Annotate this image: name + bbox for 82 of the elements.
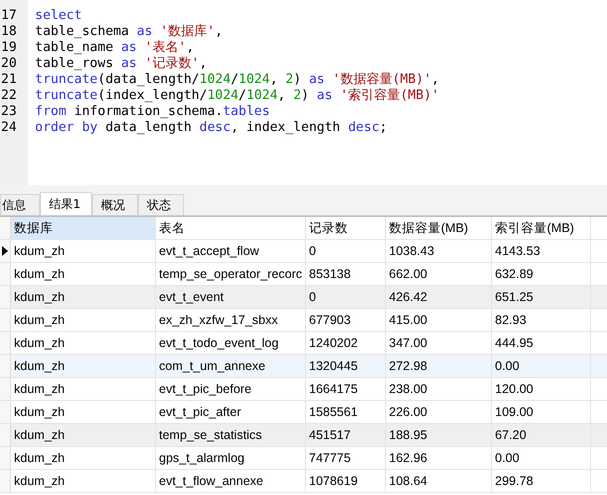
line-number: 17 [0, 8, 18, 24]
table-cell: 1038.43 [386, 240, 492, 262]
row-header[interactable] [0, 240, 11, 262]
table-cell: evt_t_flow_annexe [156, 470, 306, 492]
table-cell: 299.78 [492, 470, 591, 492]
table-cell: 426.42 [386, 286, 492, 308]
table-cell: 238.00 [386, 378, 492, 400]
line-number: 24 [0, 120, 18, 136]
table-cell: kdum_zh [11, 286, 156, 308]
table-cell: kdum_zh [11, 240, 156, 262]
code-line: from information_schema.tables [35, 104, 270, 120]
table-cell: 272.98 [386, 355, 492, 377]
line-number: 19 [0, 40, 18, 56]
table-cell: ex_zh_xzfw_17_sbxx [156, 309, 306, 331]
result-tab[interactable]: 概况 [92, 194, 138, 215]
table-cell: kdum_zh [11, 401, 156, 423]
table-cell: 747775 [306, 447, 386, 469]
table-cell: kdum_zh [11, 447, 156, 469]
table-cell: evt_t_todo_event_log [156, 332, 306, 354]
table-cell: kdum_zh [11, 378, 156, 400]
table-cell: 108.64 [386, 470, 492, 492]
code-line: table_schema as '数据库', [35, 24, 223, 40]
code-line: truncate(data_length/1024/1024, 2) as '数据容量(MB)', [35, 72, 440, 88]
table-cell: temp_se_operator_recorc [156, 263, 306, 285]
table-cell: kdum_zh [11, 263, 156, 285]
table-cell: 1320445 [306, 355, 386, 377]
table-cell: kdum_zh [11, 332, 156, 354]
table-cell: 82.93 [492, 309, 591, 331]
column-header[interactable]: 数据容量(MB) [386, 217, 492, 239]
table-cell: 0.00 [492, 447, 591, 469]
result-tab[interactable]: 结果1 [40, 192, 92, 215]
table-cell: 347.00 [386, 332, 492, 354]
result-tab[interactable]: 状态 [138, 194, 184, 215]
table-cell: 1240202 [306, 332, 386, 354]
table-cell: 0 [306, 286, 386, 308]
line-number: 21 [0, 72, 18, 88]
code-line: order by data_length desc, index_length desc; [35, 120, 388, 136]
table-cell: 1078619 [306, 470, 386, 492]
current-row-icon [2, 246, 8, 256]
code-line: truncate(index_length/1024/1024, 2) as '索引容量(MB)' [35, 88, 440, 104]
table-cell: 226.00 [386, 401, 492, 423]
table-cell: 120.00 [492, 378, 591, 400]
table-cell: 651.25 [492, 286, 591, 308]
table-cell: 67.20 [492, 424, 591, 446]
table-cell: evt_t_accept_flow [156, 240, 306, 262]
table-cell: 677903 [306, 309, 386, 331]
table-cell: com_t_um_annexe [156, 355, 306, 377]
column-header[interactable]: 表名 [156, 217, 306, 239]
table-cell: 1585561 [306, 401, 386, 423]
table-cell: evt_t_pic_after [156, 401, 306, 423]
line-number: 18 [0, 24, 18, 40]
table-cell: 188.95 [386, 424, 492, 446]
table-cell: kdum_zh [11, 355, 156, 377]
table-cell: kdum_zh [11, 424, 156, 446]
table-cell: 0.00 [492, 355, 591, 377]
table-cell: 415.00 [386, 309, 492, 331]
table-cell: 4143.53 [492, 240, 591, 262]
table-cell: 0 [306, 240, 386, 262]
code-line: select [35, 8, 82, 24]
line-number: 20 [0, 56, 18, 72]
column-header[interactable]: 记录数 [306, 217, 386, 239]
table-cell: 632.89 [492, 263, 591, 285]
table-cell: 1664175 [306, 378, 386, 400]
column-header[interactable]: 数据库 [11, 217, 156, 239]
code-line: table_rows as '记录数', [35, 56, 208, 72]
table-cell: evt_t_event [156, 286, 306, 308]
table-cell: kdum_zh [11, 309, 156, 331]
table-cell: kdum_zh [11, 470, 156, 492]
column-header[interactable]: 索引容量(MB) [492, 217, 591, 239]
table-cell: 444.95 [492, 332, 591, 354]
table-cell: 451517 [306, 424, 386, 446]
line-number: 23 [0, 104, 18, 120]
table-cell: 109.00 [492, 401, 591, 423]
table-cell: 162.96 [386, 447, 492, 469]
table-cell: 662.00 [386, 263, 492, 285]
result-tab[interactable]: 信息 [0, 194, 40, 215]
line-number: 22 [0, 88, 18, 104]
table-cell: gps_t_alarmlog [156, 447, 306, 469]
table-cell: 853138 [306, 263, 386, 285]
table-cell: temp_se_statistics [156, 424, 306, 446]
table-cell: evt_t_pic_before [156, 378, 306, 400]
code-line: table_name as '表名', [35, 40, 194, 56]
